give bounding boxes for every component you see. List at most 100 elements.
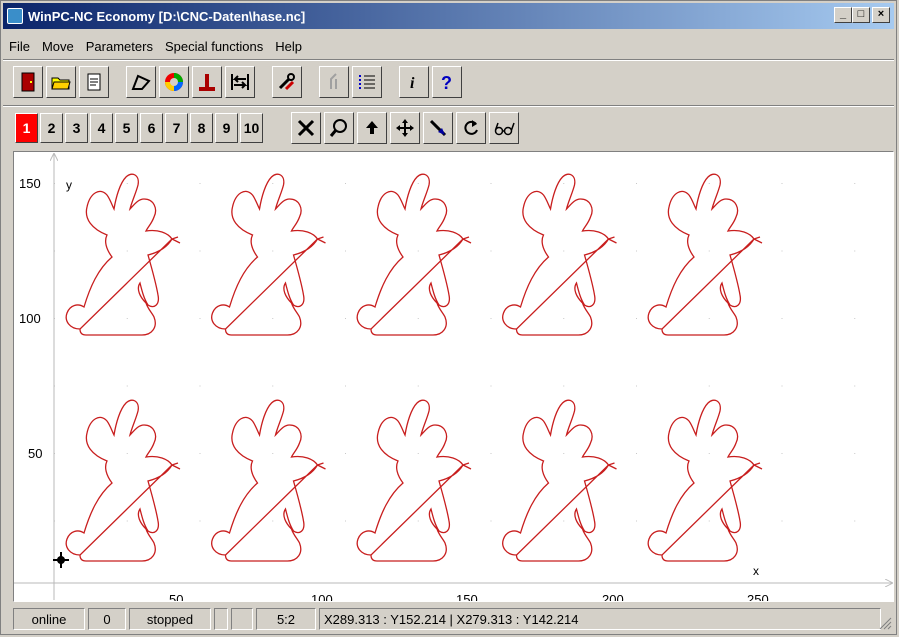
menu-file[interactable]: File	[3, 39, 36, 54]
x-tick-150: 150	[456, 592, 478, 601]
tools-button[interactable]	[272, 66, 302, 98]
document-button[interactable]	[79, 66, 109, 98]
grid-dot	[854, 250, 856, 252]
grid-dot	[781, 183, 783, 184]
grid-dot	[636, 385, 637, 387]
open-folder-icon	[51, 77, 71, 90]
grid-dot	[345, 250, 346, 252]
grid-dot	[708, 318, 710, 319]
grid-dot	[417, 520, 419, 522]
grid-dot	[636, 318, 637, 319]
window-controls: _ □ ×	[832, 7, 890, 23]
view-7-button[interactable]: 7	[165, 113, 188, 143]
grid-dot	[708, 183, 710, 184]
clear-button[interactable]	[291, 112, 321, 144]
tool-change-icon	[330, 73, 337, 89]
grid-dot	[563, 520, 565, 522]
view-4-button[interactable]: 4	[90, 113, 113, 143]
tool-position-marker	[53, 552, 69, 568]
grid-dot	[272, 453, 274, 454]
reference-run-button[interactable]	[225, 66, 255, 98]
preview-button[interactable]	[489, 112, 519, 144]
list-button[interactable]	[352, 66, 382, 98]
view-2-button[interactable]: 2	[40, 113, 63, 143]
grid-dot	[490, 183, 492, 184]
plot-svg: y x 150 100 50 50 100 150 200 250	[14, 152, 893, 601]
exit-door-icon	[21, 72, 35, 92]
svg-text:?: ?	[441, 73, 452, 93]
grid-dot	[563, 318, 565, 319]
maximize-button[interactable]: □	[852, 7, 870, 23]
grid-dot	[199, 183, 201, 184]
status-state: stopped	[129, 608, 211, 630]
grid-dot	[490, 385, 492, 387]
view-toolbar: 1 2 3 4 5 6 7 8 9 10	[15, 110, 522, 146]
svg-text:i: i	[410, 75, 415, 92]
grid-dot	[345, 318, 346, 319]
toolbar-separator	[3, 105, 894, 107]
grid-dot	[781, 318, 783, 319]
document-icon	[87, 73, 101, 91]
color-wheel-icon	[165, 73, 183, 91]
minimize-button[interactable]: _	[834, 7, 852, 23]
grid-dot	[781, 250, 783, 252]
color-wheel-button[interactable]	[159, 66, 189, 98]
status-connection: online	[13, 608, 85, 630]
close-button[interactable]: ×	[872, 7, 890, 23]
menu-special-functions[interactable]: Special functions	[159, 39, 269, 54]
app-icon	[7, 8, 23, 24]
main-toolbar: i ?	[13, 64, 465, 100]
view-6-button[interactable]: 6	[140, 113, 163, 143]
view-1-button[interactable]: 1	[15, 113, 38, 143]
zoom-icon	[329, 119, 347, 137]
grid-dot	[490, 453, 492, 454]
info-button[interactable]: i	[399, 66, 429, 98]
tool-position-button[interactable]	[192, 66, 222, 98]
y-axis-label: y	[66, 178, 72, 192]
exit-button[interactable]	[13, 66, 43, 98]
view-10-button[interactable]: 10	[240, 113, 263, 143]
grid-dot	[199, 385, 201, 387]
move-up-button[interactable]	[357, 112, 387, 144]
resize-grip-icon[interactable]	[878, 616, 892, 630]
view-9-button[interactable]: 9	[215, 113, 238, 143]
wrench-tools-icon	[278, 73, 295, 91]
grid-dot	[708, 520, 710, 522]
view-3-button[interactable]: 3	[65, 113, 88, 143]
rabbit-toolpath	[211, 399, 326, 562]
redraw-icon	[464, 120, 478, 135]
grid-dot	[272, 183, 274, 184]
grid-dot	[563, 250, 565, 252]
status-ratio: 5:2	[256, 608, 316, 630]
redraw-button[interactable]	[456, 112, 486, 144]
info-icon: i	[410, 75, 415, 92]
grid-dot	[490, 250, 492, 252]
vector-path-button[interactable]	[126, 66, 156, 98]
help-button[interactable]: ?	[432, 66, 462, 98]
grid-dot	[708, 453, 710, 454]
view-5-button[interactable]: 5	[115, 113, 138, 143]
y-tick-50: 50	[28, 446, 42, 461]
rabbit-toolpath	[502, 173, 617, 336]
grid-dot	[126, 520, 128, 522]
menu-bar: File Move Parameters Special functions H…	[3, 35, 308, 57]
menu-help[interactable]: Help	[269, 39, 308, 54]
open-file-button[interactable]	[46, 66, 76, 98]
grid-dot	[854, 318, 856, 319]
plot-canvas[interactable]: y x 150 100 50 50 100 150 200 250	[13, 151, 894, 602]
pointer-button[interactable]	[423, 112, 453, 144]
title-bar[interactable]: WinPC-NC Economy [D:\CNC-Daten\hase.nc] …	[3, 3, 894, 29]
tool-change-button[interactable]	[319, 66, 349, 98]
grid-dot	[345, 453, 346, 454]
grid-dot	[854, 385, 856, 387]
clear-x-icon	[297, 119, 315, 137]
grid-dot	[417, 183, 419, 184]
zoom-button[interactable]	[324, 112, 354, 144]
grid-dot	[126, 385, 128, 387]
view-8-button[interactable]: 8	[190, 113, 213, 143]
grid-dot	[272, 520, 274, 522]
menu-parameters[interactable]: Parameters	[80, 39, 159, 54]
menu-move[interactable]: Move	[36, 39, 80, 54]
pan-button[interactable]	[390, 112, 420, 144]
tool-position-icon	[199, 74, 215, 91]
